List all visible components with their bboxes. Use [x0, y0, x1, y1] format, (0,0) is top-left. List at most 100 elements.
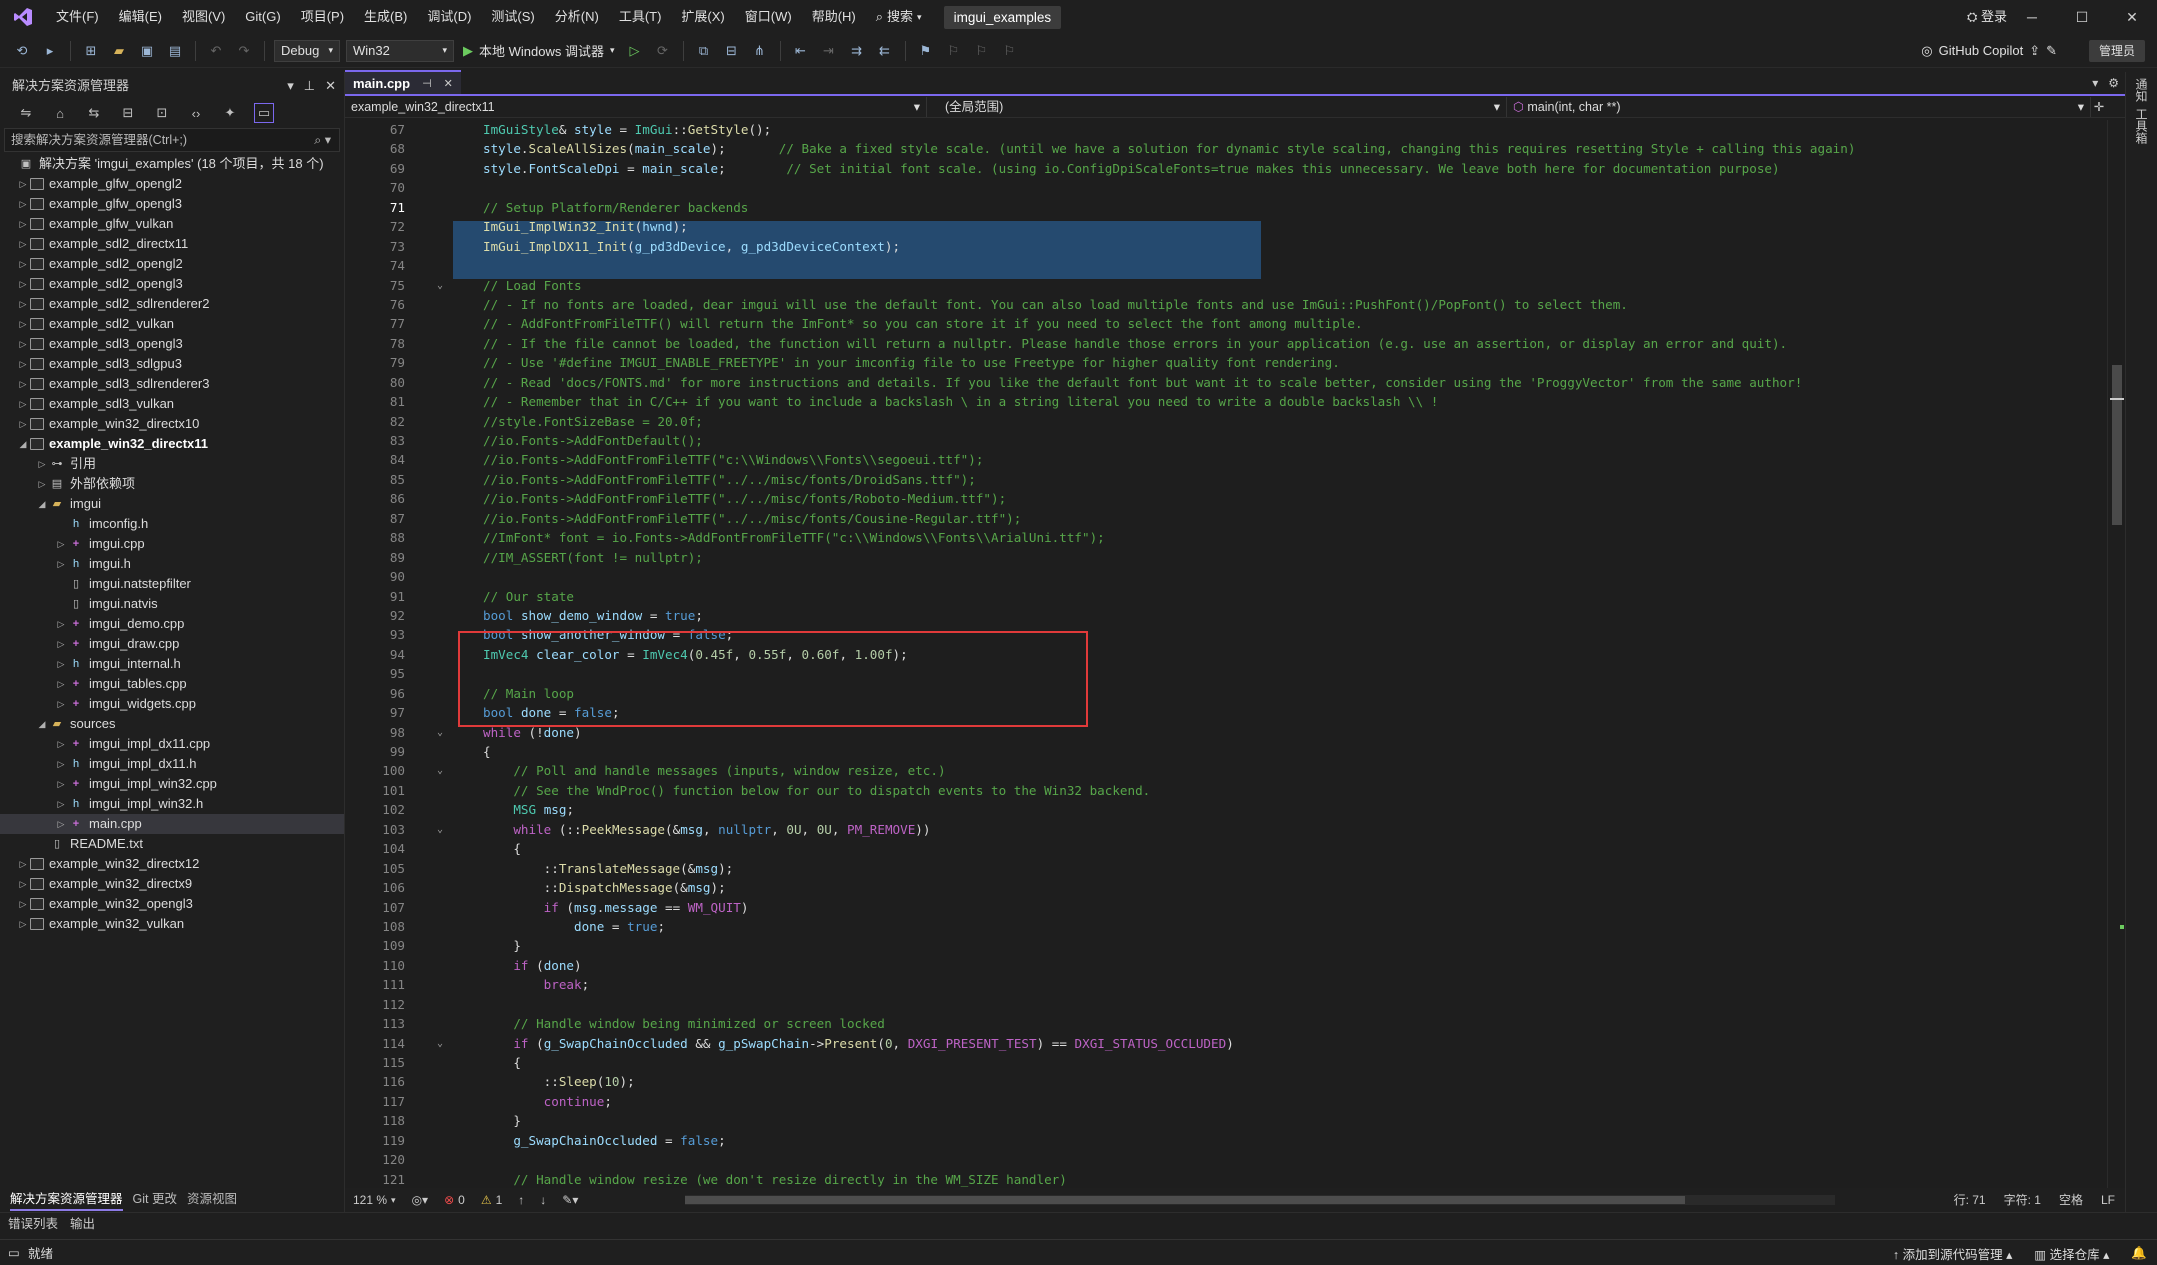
chevron-collapsed-icon[interactable]: ▷ [16, 374, 30, 394]
fold-toggle-icon[interactable]: ⌄ [437, 276, 443, 295]
tab-main-cpp[interactable]: main.cpp ⊣ ✕ [345, 70, 461, 94]
solution-search-input[interactable]: 搜索解决方案资源管理器(Ctrl+;) ⌕ ▾ [4, 128, 340, 152]
bookmark-icon[interactable]: ⚑ [916, 41, 936, 61]
code-line[interactable]: 80 // - Read 'docs/FONTS.md' for more ins… [345, 373, 2107, 392]
uncomment-icon[interactable]: ⇥ [819, 41, 839, 61]
code-line[interactable]: 118 } [345, 1111, 2107, 1130]
tree-item[interactable]: ▣ 解决方案 'imgui_examples' (18 个项目，共 18 个) [0, 154, 344, 174]
code-line[interactable]: 76 // - If no fonts are loaded, dear imgu… [345, 295, 2107, 314]
scrollbar-thumb[interactable] [685, 1196, 1685, 1204]
function-select[interactable]: ⬡ main(int, char **) ▾ [1507, 96, 2091, 117]
tree-item[interactable]: ▷ h imgui_impl_win32.h [0, 794, 344, 814]
tree-item[interactable]: ▷ ⊶ 引用 [0, 454, 344, 474]
code-line[interactable]: 70 [345, 178, 2107, 197]
pin-icon[interactable]: ⊣ [422, 77, 432, 90]
tree-item[interactable]: ▯ imgui.natstepfilter [0, 574, 344, 594]
layout-icon[interactable]: ⊟ [722, 41, 742, 61]
code-line[interactable]: 88 //ImFont* font = io.Fonts->AddFontFrom… [345, 528, 2107, 547]
menu-item[interactable]: Git(G) [235, 0, 290, 34]
prev-issue-icon[interactable]: ↑ [510, 1193, 532, 1207]
code-line[interactable]: 68 style.ScaleAllSizes(main_scale); // Ba… [345, 139, 2107, 158]
code-line[interactable]: 81 // - Remember that in C/C++ if you wan… [345, 392, 2107, 411]
next-bookmark-icon[interactable]: ⚐ [972, 41, 992, 61]
tree-item[interactable]: ▷ example_sdl3_sdlgpu3 [0, 354, 344, 374]
code-line[interactable]: 75 ⌄ // Load Fonts [345, 276, 2107, 295]
tree-item[interactable]: ▷ + imgui_draw.cpp [0, 634, 344, 654]
code-line[interactable]: 103 ⌄ while (::PeekMessage(&msg, nullptr,… [345, 820, 2107, 839]
scrollbar-thumb[interactable] [2112, 365, 2122, 525]
vertical-scrollbar[interactable] [2107, 120, 2125, 1188]
menu-item[interactable]: 视图(V) [172, 0, 235, 34]
project-select[interactable]: example_win32_directx11 ▾ [345, 96, 927, 117]
start-debugging-button[interactable]: ▶ 本地 Windows 调试器 ▾ [457, 41, 621, 60]
whitespace-mode[interactable]: 空格 [2059, 1188, 2083, 1212]
tree-item[interactable]: ▷ ▤ 外部依赖项 [0, 474, 344, 494]
code-line[interactable]: 115 { [345, 1053, 2107, 1072]
chevron-expanded-icon[interactable]: ◢ [35, 714, 49, 734]
menu-item[interactable]: 项目(P) [291, 0, 354, 34]
tab-error-list[interactable]: 错误列表 [8, 1213, 58, 1234]
indent-icon[interactable]: ⇉ [847, 41, 867, 61]
menu-item[interactable]: 窗口(W) [735, 0, 802, 34]
sync-icon[interactable]: ⇋ [16, 103, 36, 123]
chevron-collapsed-icon[interactable]: ▷ [16, 894, 30, 914]
tree-item[interactable]: ◢ ▰ sources [0, 714, 344, 734]
show-all-files-icon[interactable]: ⊡ [152, 103, 172, 123]
menu-item[interactable]: 编辑(E) [109, 0, 172, 34]
platform-select[interactable]: Win32 ▾ [346, 39, 454, 62]
home-icon[interactable]: ⌂ [50, 103, 70, 123]
code-line[interactable]: 110 if (done) [345, 956, 2107, 975]
back-icon[interactable]: ⟲ [12, 41, 32, 61]
char-number[interactable]: 字符: 1 [2004, 1188, 2041, 1212]
close-button[interactable]: ✕ [2107, 0, 2157, 34]
code-line[interactable]: 77 // - AddFontFromFileTTF() will return … [345, 314, 2107, 333]
chevron-collapsed-icon[interactable]: ▷ [16, 194, 30, 214]
split-icon[interactable]: ✛ [2091, 99, 2107, 114]
close-tab-icon[interactable]: ✕ [444, 77, 453, 90]
code-line[interactable]: 79 // - Use '#define IMGUI_ENABLE_FREETYP… [345, 353, 2107, 372]
menu-item[interactable]: 测试(S) [481, 0, 544, 34]
code-line[interactable]: 72 ImGui_ImplWin32_Init(hwnd); [345, 217, 2107, 236]
code-line[interactable]: 96 // Main loop [345, 684, 2107, 703]
fold-toggle-icon[interactable]: ⌄ [437, 820, 443, 839]
errors-indicator[interactable]: ⊗ 0 [436, 1193, 473, 1207]
tree-item[interactable]: ▷ h imgui_internal.h [0, 654, 344, 674]
chevron-collapsed-icon[interactable]: ▷ [54, 534, 68, 554]
code-line[interactable]: 98 ⌄ while (!done) [345, 723, 2107, 742]
chevron-collapsed-icon[interactable]: ▷ [16, 394, 30, 414]
tree-item[interactable]: ▷ + imgui_demo.cpp [0, 614, 344, 634]
code-line[interactable]: 114 ⌄ if (g_SwapChainOccluded && g_pSwapC… [345, 1034, 2107, 1053]
redo-icon[interactable]: ↷ [234, 41, 254, 61]
panel-tab[interactable]: 解决方案资源管理器 [10, 1187, 123, 1211]
fold-toggle-icon[interactable]: ⌄ [437, 761, 443, 780]
chevron-collapsed-icon[interactable]: ▷ [16, 414, 30, 434]
chevron-collapsed-icon[interactable]: ▷ [54, 554, 68, 574]
chevron-collapsed-icon[interactable]: ▷ [16, 314, 30, 334]
chevron-collapsed-icon[interactable]: ▷ [54, 614, 68, 634]
code-line[interactable]: 67 ImGuiStyle& style = ImGui::GetStyle(); [345, 120, 2107, 139]
chevron-collapsed-icon[interactable]: ▷ [54, 694, 68, 714]
next-issue-icon[interactable]: ↓ [532, 1193, 554, 1207]
code-line[interactable]: 94 ImVec4 clear_color = ImVec4(0.45f, 0.5… [345, 645, 2107, 664]
select-repository-button[interactable]: ▥ 选择仓库 ▴ [2034, 1244, 2109, 1263]
save-icon[interactable]: ▣ [137, 41, 157, 61]
prev-bookmark-icon[interactable]: ⚐ [944, 41, 964, 61]
tree-item[interactable]: ▯ README.txt [0, 834, 344, 854]
tree-item[interactable]: h imconfig.h [0, 514, 344, 534]
code-line[interactable]: 101 // See the WndProc() function below … [345, 781, 2107, 800]
tree-item[interactable]: ▷ + imgui_impl_win32.cpp [0, 774, 344, 794]
tree-item[interactable]: ▷ example_win32_directx10 [0, 414, 344, 434]
tree-item[interactable]: ▷ example_glfw_vulkan [0, 214, 344, 234]
chevron-collapsed-icon[interactable]: ▷ [54, 774, 68, 794]
code-line[interactable]: 109 } [345, 936, 2107, 955]
code-line[interactable]: 87 //io.Fonts->AddFontFromFileTTF("../../… [345, 509, 2107, 528]
browser-link-icon[interactable]: ⧉ [694, 41, 714, 61]
menu-item[interactable]: 生成(B) [354, 0, 417, 34]
code-line[interactable]: 107 if (msg.message == WM_QUIT) [345, 898, 2107, 917]
code-line[interactable]: 95 [345, 664, 2107, 683]
code-line[interactable]: 119 g_SwapChainOccluded = false; [345, 1131, 2107, 1150]
scope-select[interactable]: (全局范围) ▾ [927, 96, 1507, 117]
horizontal-scrollbar[interactable] [685, 1195, 1835, 1205]
code-line[interactable]: 84 //io.Fonts->AddFontFromFileTTF("c:\\Wi… [345, 450, 2107, 469]
chevron-collapsed-icon[interactable]: ▷ [16, 294, 30, 314]
